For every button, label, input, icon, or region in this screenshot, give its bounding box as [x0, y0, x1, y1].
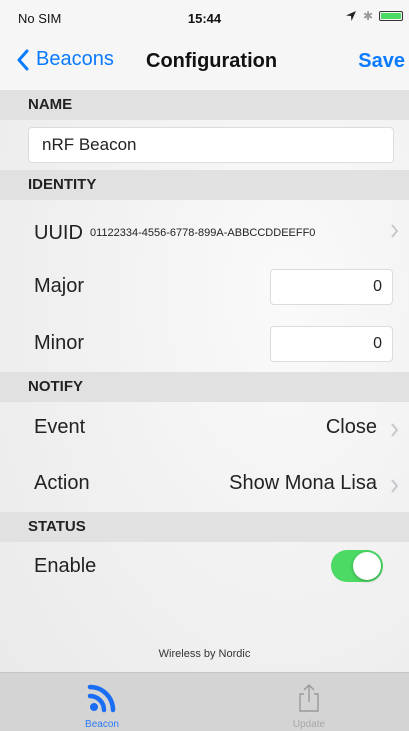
- chevron-right-icon: [391, 423, 399, 437]
- event-value: Close: [325, 416, 377, 438]
- save-button[interactable]: Save: [358, 50, 405, 73]
- configuration-screen: No SIM 15:44 ✱ Beacons Configuration Sav…: [0, 0, 409, 731]
- minor-field[interactable]: 0: [270, 326, 393, 362]
- enable-label: Enable: [34, 555, 97, 577]
- section-header-name: NAME: [0, 90, 409, 120]
- section-title: NOTIFY: [28, 378, 83, 395]
- chevron-right-icon: [391, 479, 399, 493]
- bluetooth-icon: ✱: [362, 9, 373, 23]
- tab-label: Update: [292, 719, 326, 730]
- back-button[interactable]: Beacons: [16, 48, 114, 71]
- section-header-notify: NOTIFY: [0, 372, 409, 402]
- minor-label: Minor: [34, 332, 85, 354]
- share-icon: [299, 684, 319, 712]
- footer-text: Wireless by Nordic: [158, 648, 251, 660]
- page-title: Configuration: [146, 50, 278, 72]
- battery-icon: [379, 11, 403, 21]
- chevron-right-icon: [391, 224, 399, 238]
- status-bar: No SIM 15:44 ✱: [0, 0, 409, 34]
- status-icons: ✱: [345, 9, 403, 23]
- event-row[interactable]: Event Close: [0, 404, 409, 454]
- chevron-left-icon: [17, 49, 29, 70]
- section-title: STATUS: [28, 518, 86, 535]
- section-header-status: STATUS: [0, 512, 409, 542]
- beacon-icon: [87, 684, 116, 713]
- back-button-label: Beacons: [36, 48, 114, 70]
- major-field[interactable]: 0: [270, 269, 393, 305]
- enable-toggle[interactable]: [331, 550, 383, 582]
- tab-update[interactable]: Update: [229, 673, 389, 731]
- action-label: Action: [34, 472, 90, 494]
- uuid-value: 01122334-4556-6778-899A-ABBCCDDEEFF0: [90, 227, 316, 239]
- action-value: Show Mona Lisa: [229, 472, 377, 494]
- major-label: Major: [34, 275, 85, 297]
- section-header-identity: IDENTITY: [0, 170, 409, 200]
- tab-bar: Beacon Update: [0, 672, 409, 731]
- section-title: NAME: [28, 96, 73, 113]
- uuid-label: UUID: [34, 222, 83, 244]
- action-row[interactable]: Action Show Mona Lisa: [0, 460, 409, 510]
- toggle-knob: [353, 552, 381, 580]
- tab-label: Beacon: [85, 719, 119, 730]
- name-field[interactable]: nRF Beacon: [28, 127, 394, 163]
- navigation-bar: Beacons Configuration Save: [0, 34, 409, 90]
- location-icon: [345, 11, 356, 21]
- tab-beacon[interactable]: Beacon: [22, 673, 182, 731]
- event-label: Event: [34, 416, 86, 438]
- section-title: IDENTITY: [28, 176, 97, 193]
